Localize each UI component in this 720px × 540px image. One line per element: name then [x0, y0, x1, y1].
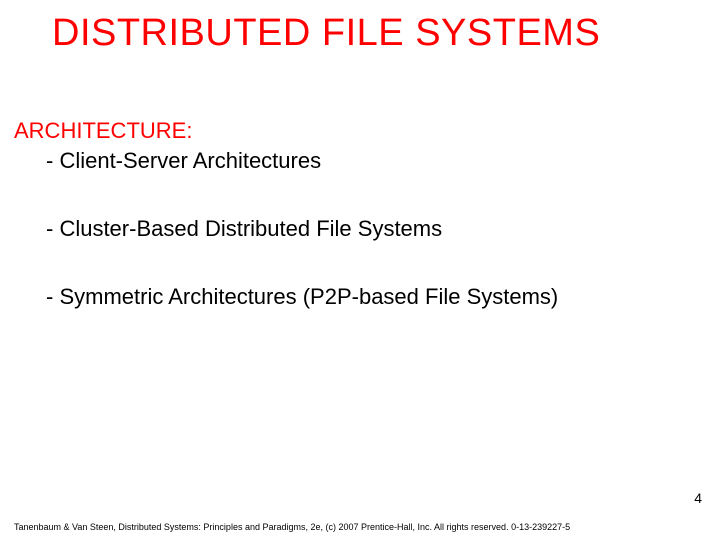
- section-heading: ARCHITECTURE:: [14, 118, 192, 144]
- slide-title: DISTRIBUTED FILE SYSTEMS: [52, 12, 700, 55]
- slide: DISTRIBUTED FILE SYSTEMS ARCHITECTURE: -…: [0, 0, 720, 540]
- footer-citation: Tanenbaum & Van Steen, Distributed Syste…: [14, 522, 570, 532]
- page-number: 4: [694, 490, 702, 506]
- bullet-item: - Symmetric Architectures (P2P-based Fil…: [46, 284, 558, 310]
- bullet-item: - Cluster-Based Distributed File Systems: [46, 216, 442, 242]
- bullet-item: - Client-Server Architectures: [46, 148, 321, 174]
